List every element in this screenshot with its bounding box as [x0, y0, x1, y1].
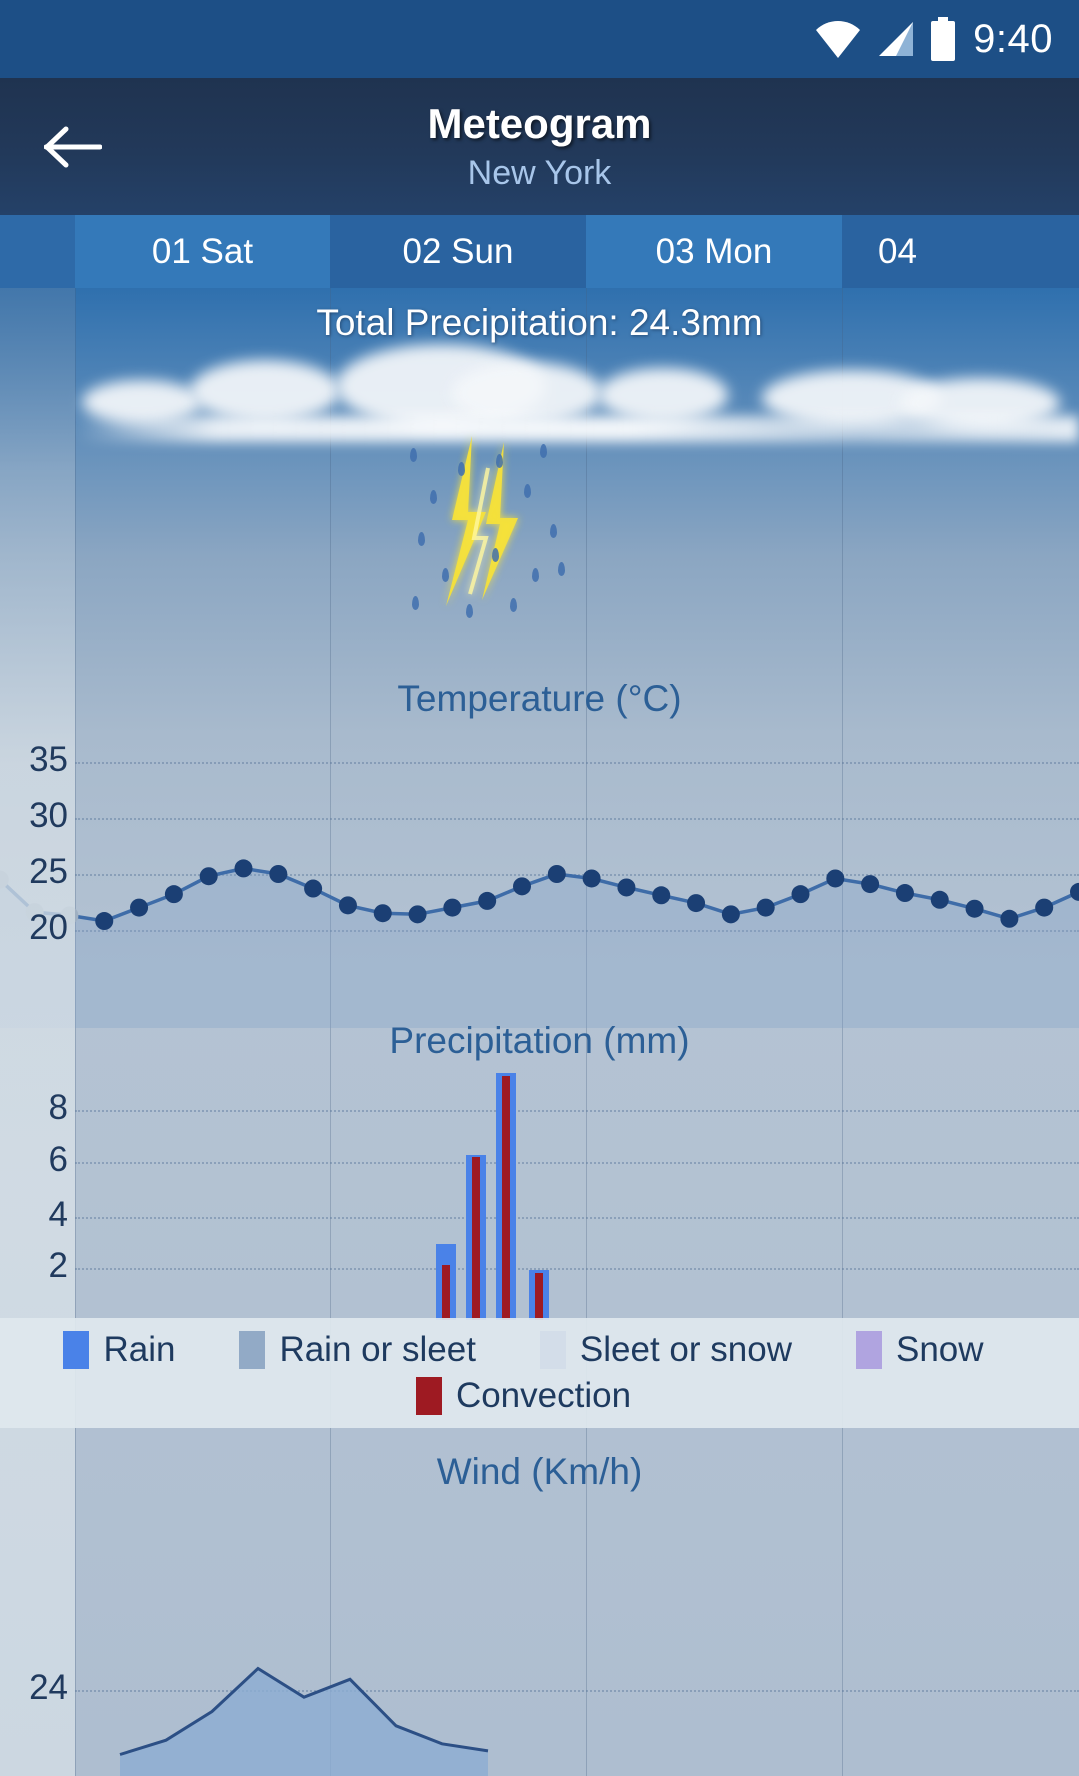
sleet-or-snow-swatch-icon: [540, 1331, 566, 1369]
wind-axis-tick-24: 24: [0, 1668, 68, 1708]
legend-item-convection: Convection: [416, 1376, 631, 1416]
wind-section-title: Wind (Km/h): [0, 1451, 1079, 1493]
day-tab-gutter: [0, 215, 75, 288]
legend-row-convection: Convection: [416, 1376, 663, 1416]
app-screen: 9:40 Meteogram New York 01 Sat 02 Sun 03…: [0, 0, 1079, 1776]
precipitation-axis-tick-6: 6: [0, 1140, 68, 1180]
precipitation-axis-tick-2: 2: [0, 1246, 68, 1286]
app-bar: Meteogram New York: [0, 78, 1079, 215]
legend-label-sleet-or-snow: Sleet or snow: [580, 1330, 792, 1370]
legend-item-rain: Rain: [63, 1330, 175, 1370]
day-tabs: 01 Sat 02 Sun 03 Mon 04: [0, 215, 1079, 288]
day-tab-04[interactable]: 04: [842, 215, 1079, 288]
temperature-axis-tick-30: 30: [0, 796, 68, 836]
temperature-axis-tick-25: 25: [0, 852, 68, 892]
day-tab-03[interactable]: 03 Mon: [586, 215, 842, 288]
day-tab-01[interactable]: 01 Sat: [75, 215, 330, 288]
battery-icon: [929, 17, 957, 61]
app-bar-titles: Meteogram New York: [0, 78, 1079, 215]
legend-item-sleet-or-snow: Sleet or snow: [540, 1330, 792, 1370]
temperature-axis-tick-20: 20: [0, 908, 68, 948]
rain-or-sleet-swatch-icon: [239, 1331, 265, 1369]
total-precipitation-label: Total Precipitation: 24.3mm: [0, 302, 1079, 344]
legend-item-snow: Snow: [856, 1330, 984, 1370]
status-bar-icons: [815, 17, 957, 61]
temperature-axis-tick-35: 35: [0, 740, 68, 780]
status-bar: 9:40: [0, 0, 1079, 78]
meteogram-charts[interactable]: Total Precipitation: 24.3mm: [0, 288, 1079, 1776]
wifi-icon: [815, 20, 861, 58]
precipitation-section-title: Precipitation (mm): [0, 1020, 1079, 1062]
legend-label-rain: Rain: [103, 1330, 175, 1370]
legend-label-convection: Convection: [456, 1376, 631, 1416]
page-subtitle: New York: [468, 154, 612, 193]
rain-swatch-icon: [63, 1331, 89, 1369]
status-bar-clock: 9:40: [973, 17, 1053, 62]
legend-label-rain-or-sleet: Rain or sleet: [279, 1330, 475, 1370]
precipitation-axis-tick-4: 4: [0, 1195, 68, 1235]
legend-label-snow: Snow: [896, 1330, 984, 1370]
signal-icon: [875, 20, 915, 58]
temperature-section-title: Temperature (°C): [0, 678, 1079, 720]
convection-swatch-icon: [416, 1377, 442, 1415]
snow-swatch-icon: [856, 1331, 882, 1369]
page-title: Meteogram: [427, 100, 651, 148]
legend-row-primary: Rain Rain or sleet Sleet or snow Snow: [63, 1330, 1015, 1370]
precipitation-legend: Rain Rain or sleet Sleet or snow Snow: [0, 1318, 1079, 1428]
legend-item-rain-or-sleet: Rain or sleet: [239, 1330, 475, 1370]
precipitation-axis-tick-8: 8: [0, 1088, 68, 1128]
day-tab-02[interactable]: 02 Sun: [330, 215, 586, 288]
